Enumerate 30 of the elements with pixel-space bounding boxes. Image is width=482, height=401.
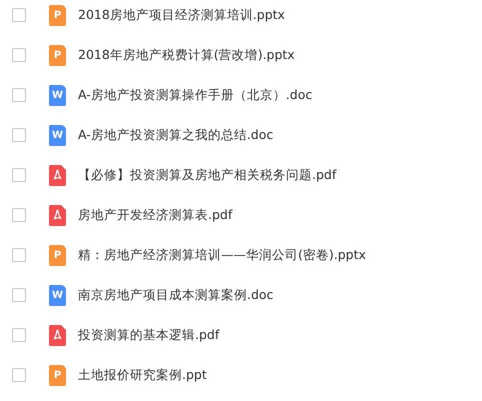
checkbox[interactable]	[12, 48, 26, 62]
file-name[interactable]: A-房地产投资测算之我的总结.doc	[78, 126, 274, 144]
document-file-icon: W	[49, 284, 66, 306]
file-name[interactable]: 南京房地产项目成本测算案例.doc	[78, 286, 274, 304]
checkbox[interactable]	[12, 288, 26, 302]
file-name[interactable]: 2018房地产项目经济测算培训.pptx	[78, 6, 285, 24]
document-file-icon: W	[49, 124, 66, 146]
pdf-file-icon	[49, 324, 66, 346]
presentation-file-icon: P	[49, 364, 66, 386]
checkbox[interactable]	[12, 8, 26, 22]
document-file-icon: W	[49, 84, 66, 106]
checkbox[interactable]	[12, 328, 26, 342]
file-name[interactable]: 【必修】投资测算及房地产相关税务问题.pdf	[78, 166, 336, 184]
presentation-file-icon: P	[49, 244, 66, 266]
presentation-file-icon: P	[49, 44, 66, 66]
presentation-file-icon: P	[49, 4, 66, 26]
checkbox[interactable]	[12, 128, 26, 142]
pdf-file-icon	[49, 204, 66, 226]
file-name[interactable]: 2018年房地产税费计算(营改增).pptx	[78, 46, 295, 64]
file-name[interactable]: 房地产开发经济测算表.pdf	[78, 206, 232, 224]
checkbox[interactable]	[12, 368, 26, 382]
checkbox[interactable]	[12, 88, 26, 102]
file-name[interactable]: 投资测算的基本逻辑.pdf	[78, 326, 220, 344]
pdf-file-icon	[49, 164, 66, 186]
checkbox[interactable]	[12, 248, 26, 262]
checkbox[interactable]	[12, 208, 26, 222]
file-name[interactable]: 精：房地产经济测算培训——华润公司(密卷).pptx	[78, 246, 366, 264]
file-name[interactable]: A-房地产投资测算操作手册（北京）.doc	[78, 86, 312, 104]
file-name[interactable]: 土地报价研究案例.ppt	[78, 366, 207, 384]
checkbox[interactable]	[12, 168, 26, 182]
